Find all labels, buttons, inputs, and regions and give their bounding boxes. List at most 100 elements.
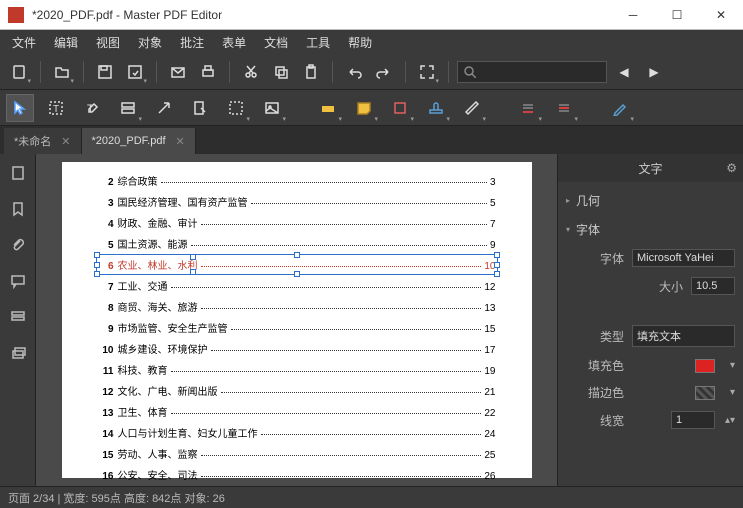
tab-close-icon[interactable]: ✕ bbox=[61, 135, 70, 148]
freehand-tool[interactable] bbox=[606, 94, 634, 122]
fields-button[interactable] bbox=[5, 304, 31, 330]
text-select-icon: T bbox=[48, 100, 64, 116]
resize-handle[interactable] bbox=[190, 269, 196, 275]
note-tool[interactable] bbox=[350, 94, 378, 122]
resize-handle[interactable] bbox=[190, 254, 196, 260]
toc-number: 15 bbox=[98, 450, 114, 461]
stepper-icon[interactable]: ▴▾ bbox=[723, 415, 735, 426]
thumbnails-button[interactable] bbox=[5, 160, 31, 186]
search-input[interactable] bbox=[457, 61, 607, 83]
toc-line[interactable]: 12文化、广电、新闻出版21 bbox=[98, 383, 496, 398]
toc-line[interactable]: 15劳动、人事、监察25 bbox=[98, 446, 496, 461]
image-tool[interactable] bbox=[258, 94, 286, 122]
search-prev-button[interactable]: ◀ bbox=[611, 59, 637, 85]
layers-icon bbox=[10, 345, 26, 361]
highlight-tool[interactable] bbox=[314, 94, 342, 122]
menu-view[interactable]: 视图 bbox=[88, 32, 128, 53]
email-button[interactable] bbox=[165, 59, 191, 85]
tab-label: *未命名 bbox=[14, 133, 51, 149]
print-button[interactable] bbox=[195, 59, 221, 85]
saveas-button[interactable] bbox=[122, 59, 148, 85]
chevron-down-icon[interactable]: ▾ bbox=[723, 387, 735, 398]
edit-text-tool[interactable]: T bbox=[78, 94, 106, 122]
section-font[interactable]: 字体 bbox=[566, 215, 735, 244]
menu-edit[interactable]: 编辑 bbox=[46, 32, 86, 53]
tab-document[interactable]: *2020_PDF.pdf✕ bbox=[82, 128, 196, 154]
maximize-button[interactable]: ☐ bbox=[655, 0, 699, 30]
text-tool[interactable]: T bbox=[42, 94, 70, 122]
section-geometry[interactable]: 几何 bbox=[566, 186, 735, 215]
toc-line[interactable]: 13卫生、体育22 bbox=[98, 404, 496, 419]
crop-tool[interactable] bbox=[222, 94, 250, 122]
toc-line[interactable]: 6农业、林业、水利10 bbox=[98, 257, 496, 272]
paste-button[interactable] bbox=[298, 59, 324, 85]
underline-tool[interactable] bbox=[514, 94, 542, 122]
bookmark-icon bbox=[10, 201, 26, 217]
menu-document[interactable]: 文档 bbox=[256, 32, 296, 53]
toc-line[interactable]: 10城乡建设、环境保护17 bbox=[98, 341, 496, 356]
bookmarks-button[interactable] bbox=[5, 196, 31, 222]
undo-button[interactable] bbox=[341, 59, 367, 85]
close-button[interactable]: ✕ bbox=[699, 0, 743, 30]
toc-line[interactable]: 8商贸、海关、旅游13 bbox=[98, 299, 496, 314]
section-label: 几何 bbox=[576, 192, 600, 209]
minimize-button[interactable]: ─ bbox=[611, 0, 655, 30]
size-input[interactable] bbox=[691, 277, 735, 295]
open-button[interactable] bbox=[49, 59, 75, 85]
toc-title: 城乡建设、环境保护 bbox=[118, 341, 208, 356]
select-tool[interactable] bbox=[6, 94, 34, 122]
copy-button[interactable] bbox=[268, 59, 294, 85]
toc-title: 综合政策 bbox=[118, 173, 158, 188]
toc-number: 12 bbox=[98, 387, 114, 398]
toc-title: 工业、交通 bbox=[118, 278, 168, 293]
measure-tool[interactable] bbox=[458, 94, 486, 122]
new-button[interactable] bbox=[6, 59, 32, 85]
zoom-button[interactable] bbox=[414, 59, 440, 85]
cut-icon bbox=[243, 64, 259, 80]
tab-close-icon[interactable]: ✕ bbox=[176, 135, 185, 148]
shape-tool[interactable] bbox=[386, 94, 414, 122]
toc-page: 15 bbox=[484, 324, 495, 335]
menu-annotate[interactable]: 批注 bbox=[172, 32, 212, 53]
toc-line[interactable]: 16公安、安全、司法26 bbox=[98, 467, 496, 482]
stroke-swatch[interactable] bbox=[695, 386, 715, 400]
type-select[interactable]: 填充文本 bbox=[632, 325, 735, 347]
toc-line[interactable]: 9市场监管、安全生产监管15 bbox=[98, 320, 496, 335]
search-next-button[interactable]: ▶ bbox=[641, 59, 667, 85]
menu-file[interactable]: 文件 bbox=[4, 32, 44, 53]
menu-help[interactable]: 帮助 bbox=[340, 32, 380, 53]
tab-unnamed[interactable]: *未命名 ✕ bbox=[4, 128, 82, 154]
strikeout-tool[interactable] bbox=[550, 94, 578, 122]
toc-title: 农业、林业、水利 bbox=[118, 257, 198, 272]
menu-object[interactable]: 对象 bbox=[130, 32, 170, 53]
link-tool[interactable] bbox=[150, 94, 178, 122]
layers-button[interactable] bbox=[5, 340, 31, 366]
toc-line[interactable]: 11科技、教育19 bbox=[98, 362, 496, 377]
attachments-button[interactable] bbox=[5, 232, 31, 258]
toc-line[interactable]: 2综合政策3 bbox=[98, 173, 496, 188]
size-label: 大小 bbox=[641, 278, 683, 295]
fill-swatch[interactable] bbox=[695, 359, 715, 373]
chevron-down-icon[interactable]: ▾ bbox=[723, 360, 735, 371]
panel-options-icon[interactable]: ⚙ bbox=[726, 161, 737, 175]
document-viewport[interactable]: 2综合政策3 3国民经济管理、国有资产监管5 4财政、金融、审计7 5国土资源、能源9… bbox=[36, 154, 557, 486]
toc-line[interactable]: 5国土资源、能源9 bbox=[98, 236, 496, 251]
toc-line[interactable]: 3国民经济管理、国有资产监管5 bbox=[98, 194, 496, 209]
edit-object-tool[interactable] bbox=[186, 94, 214, 122]
toc-line[interactable]: 7工业、交通12 bbox=[98, 278, 496, 293]
linewidth-input[interactable] bbox=[671, 411, 715, 429]
cursor-icon bbox=[12, 100, 28, 116]
stamp-tool[interactable] bbox=[422, 94, 450, 122]
toc-page: 7 bbox=[490, 219, 496, 230]
redo-button[interactable] bbox=[371, 59, 397, 85]
font-input[interactable] bbox=[632, 249, 735, 267]
menu-tools[interactable]: 工具 bbox=[298, 32, 338, 53]
save-button[interactable] bbox=[92, 59, 118, 85]
forms-tool[interactable] bbox=[114, 94, 142, 122]
menu-forms[interactable]: 表单 bbox=[214, 32, 254, 53]
toc-line[interactable]: 14人口与计划生育、妇女儿童工作24 bbox=[98, 425, 496, 440]
cut-button[interactable] bbox=[238, 59, 264, 85]
linewidth-label: 线宽 bbox=[582, 412, 624, 429]
comments-button[interactable] bbox=[5, 268, 31, 294]
toc-line[interactable]: 4财政、金融、审计7 bbox=[98, 215, 496, 230]
